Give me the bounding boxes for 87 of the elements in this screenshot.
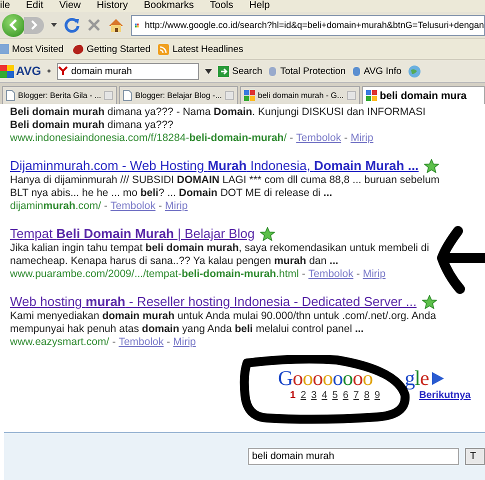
toolbar-button[interactable]: Total Protection: [268, 65, 346, 77]
globe-icon[interactable]: [408, 64, 421, 78]
similar-link[interactable]: Mirip: [350, 132, 374, 145]
cache-link[interactable]: Tembolok: [110, 200, 156, 213]
url-text: http://www.google.co.id/search?hl=id&q=beli+domain+murah&btnG=Telusuri+dengan: [144, 20, 484, 30]
menu-item[interactable]: History: [96, 0, 128, 12]
cache-link[interactable]: Tembolok: [118, 336, 164, 349]
menu-item[interactable]: ile: [0, 0, 10, 12]
next-page-link[interactable]: Berikutnya: [419, 389, 471, 402]
result-snippet: mempunyai hak penuh atas domain yang Anda beli melalui control panel ...: [10, 323, 365, 336]
page-number-link[interactable]: 3: [311, 389, 317, 402]
star-icon[interactable]: [260, 226, 275, 240]
next-arrow-icon[interactable]: [432, 372, 444, 384]
menu-item[interactable]: Help: [249, 0, 270, 12]
page-number-link[interactable]: 6: [342, 389, 348, 402]
home-icon[interactable]: [108, 18, 124, 32]
page-icon: [123, 90, 132, 101]
result-url: dijaminmurah.com/: [10, 200, 102, 213]
browser-tab[interactable]: Blogger: Belajar Blog -...: [119, 86, 238, 104]
separator-text: -: [302, 268, 306, 281]
separator-text: -: [290, 132, 294, 145]
browser-tab[interactable]: Blogger: Berita Gila - ...: [2, 86, 118, 104]
result-url: www.puarambe.com/2009/.../tempat-beli-domain-murah.html: [10, 268, 299, 281]
separator-text: -: [104, 200, 108, 213]
google-favicon-icon: [366, 90, 377, 101]
page-icon: [6, 90, 15, 101]
yahoo-icon: [58, 66, 68, 76]
address-bar[interactable]: http://www.google.co.id/search?hl=id&q=beli+domain+murah&btnG=Telusuri+dengan: [131, 14, 485, 36]
browser-tab[interactable]: beli domain murah - G...: [240, 86, 360, 104]
page-number-link[interactable]: 4: [322, 389, 328, 402]
result-snippet: Hanya di dijaminmurah /// SUBSIDI DOMAIN LAGI *** com dll cuma 88,8 ... buruan sebelum: [10, 174, 441, 187]
page-icon: [0, 44, 9, 54]
search-field[interactable]: beli domain murah: [248, 448, 459, 465]
cache-link[interactable]: Tembolok: [296, 132, 342, 145]
result-title-link[interactable]: Dijaminmurah.com - Web Hosting Murah Indonesia, Domain Murah ...: [10, 157, 419, 174]
menu-item[interactable]: Tools: [210, 0, 234, 12]
result-snippet: Beli domain murah dimana ya??? - Nama Domain. Kunjungi DISKUSI dan INFORMASI: [10, 106, 426, 119]
result-snippet: BLT nya abis... he he ... mo beli? ... Domain DOT ME di release di ...: [10, 187, 334, 200]
avg-logo[interactable]: AVG: [0, 64, 42, 78]
similar-link[interactable]: Mirip: [164, 200, 188, 213]
result-title-link[interactable]: Web hosting murah - Reseller hosting Indonesia - Dedicated Server ...: [10, 293, 417, 310]
page-number-link[interactable]: 7: [353, 389, 359, 402]
result-snippet: Jika kalian ingin tahu tempat beli domain murah, saya rekomendasikan untuk membeli di: [10, 242, 430, 255]
page-number-link[interactable]: 2: [300, 389, 306, 402]
google-favicon-icon: [244, 90, 255, 101]
separator-text: -: [158, 200, 162, 213]
stop-icon[interactable]: [87, 18, 101, 32]
result-snippet: namecheap. Kenapa harus di sana..?? Ya kalau pengen murah dan ...: [10, 255, 340, 268]
browser-tab[interactable]: beli domain mura: [362, 86, 485, 104]
page-number-link[interactable]: 1: [290, 389, 296, 402]
toolbar-search-button[interactable]: Search: [218, 66, 262, 76]
star-icon[interactable]: [422, 294, 437, 308]
page-number-link[interactable]: 9: [374, 389, 380, 402]
separator-text: -: [112, 336, 116, 349]
similar-link[interactable]: Mirip: [362, 268, 386, 281]
google-logo: gle: [404, 367, 429, 389]
menu-item[interactable]: Bookmarks: [144, 0, 194, 12]
rss-icon: [158, 44, 170, 54]
submit-button[interactable]: T: [465, 448, 485, 465]
menu-item[interactable]: Edit: [26, 0, 44, 12]
similar-link[interactable]: Mirip: [173, 336, 196, 349]
back-button[interactable]: [2, 14, 25, 36]
page-number-link[interactable]: 8: [364, 389, 370, 402]
arrow-icon: [218, 66, 230, 76]
star-icon[interactable]: [424, 158, 439, 172]
result-snippet: Beli domain murah dimana ya???: [10, 119, 174, 132]
cache-link[interactable]: Tembolok: [308, 268, 354, 281]
result-title-link[interactable]: Tempat Beli Domain Murah | Belajar Blog: [10, 225, 255, 242]
reload-icon[interactable]: [64, 17, 80, 33]
bookmark-item[interactable]: Latest Headlines: [158, 44, 244, 54]
bookmark-item[interactable]: Most Visited: [0, 44, 64, 54]
dropdown-icon[interactable]: [51, 23, 57, 27]
result-url: www.indonesiaindonesia.com/f/18284-beli-domain-murah/: [10, 132, 287, 145]
google-logo: Goooooooo: [278, 367, 373, 389]
toolbar-button[interactable]: AVG Info: [352, 65, 402, 77]
bookmark-item[interactable]: Getting Started: [72, 44, 150, 54]
dropdown-icon[interactable]: [205, 68, 212, 74]
toolbar-search-text: domain murah: [71, 66, 132, 76]
result-url: www.eazysmart.com/: [10, 336, 110, 349]
menu-item[interactable]: View: [59, 0, 81, 12]
separator-text: -: [356, 268, 360, 281]
separator-text: -: [166, 336, 170, 349]
result-snippet: Kami menyediakan domain murah untuk Anda mulai 90.000/thn untuk .com/.net/.org. Anda: [10, 310, 438, 323]
toolbar-search-field[interactable]: domain murah: [57, 62, 200, 80]
page-number-link[interactable]: 5: [332, 389, 338, 402]
separator-text: -: [344, 132, 348, 145]
dropdown-icon[interactable]: [47, 69, 52, 73]
